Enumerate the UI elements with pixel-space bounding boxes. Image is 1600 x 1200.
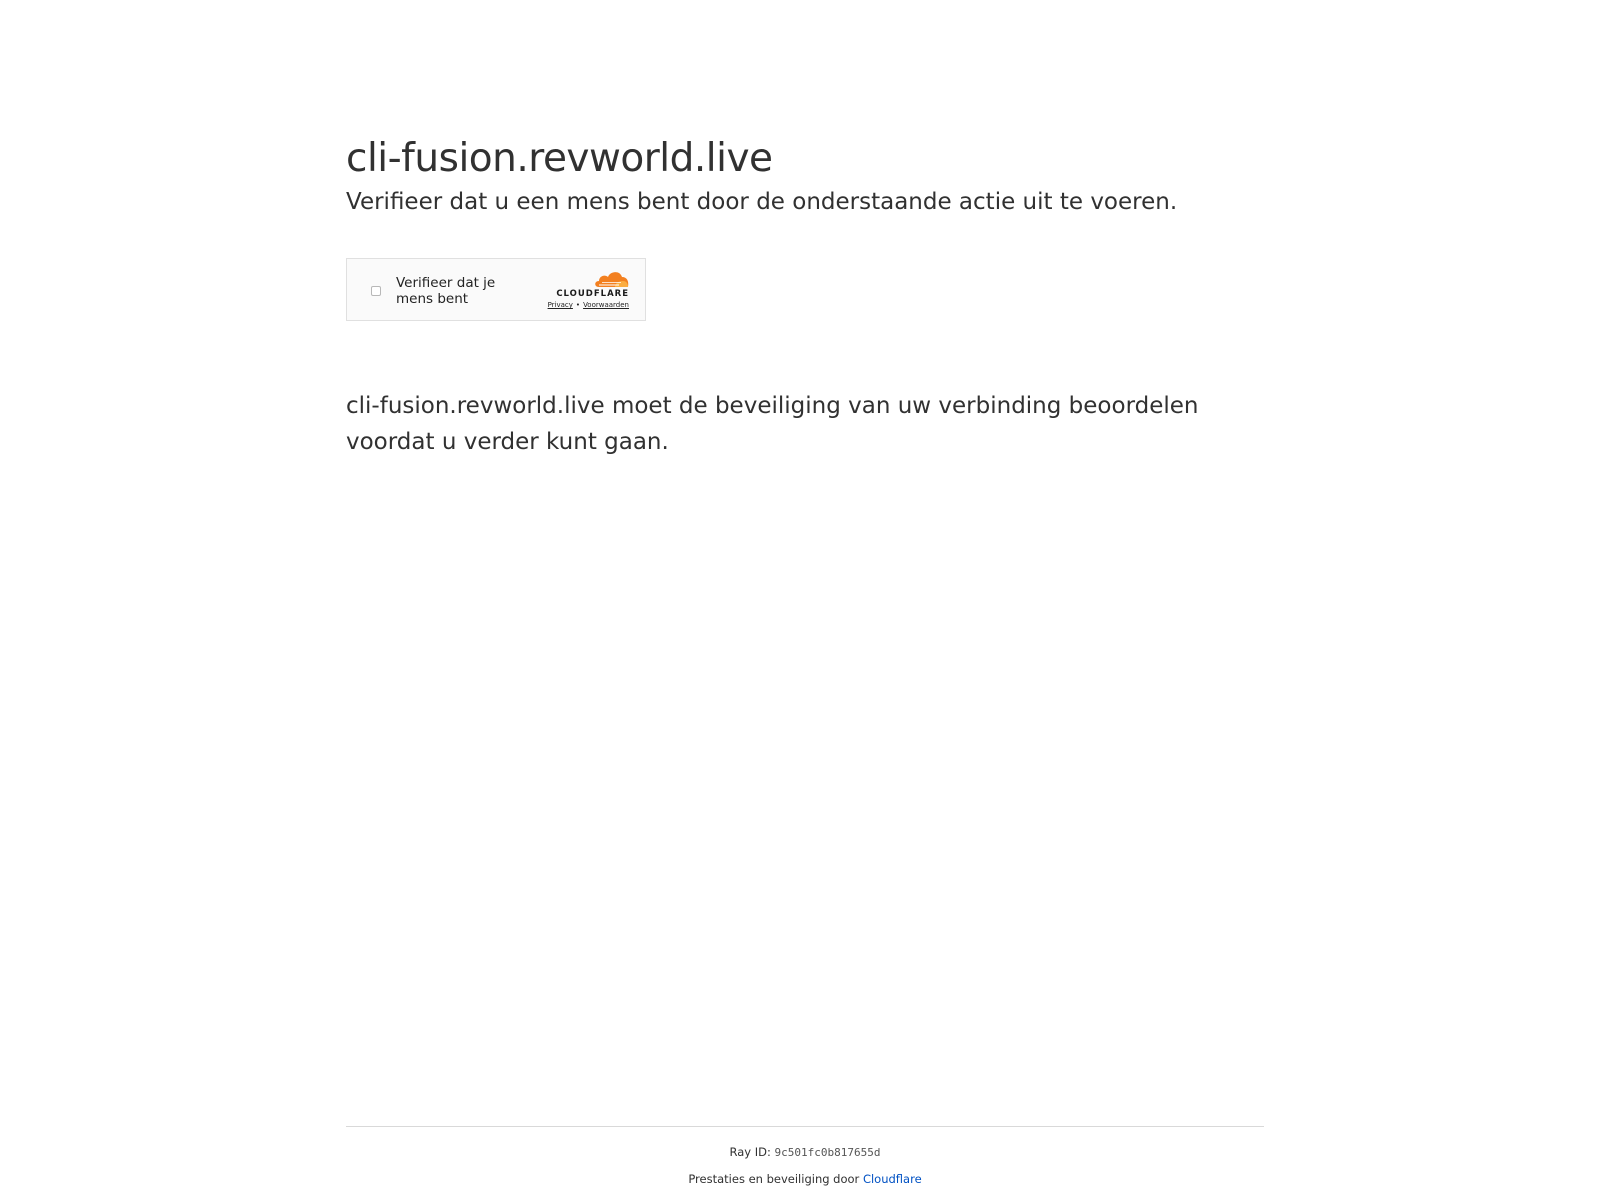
page-title: cli-fusion.revworld.live (346, 136, 773, 181)
ray-id: Ray ID: 9c501fc0b817655d (346, 1144, 1264, 1161)
ray-id-label: Ray ID: (729, 1145, 771, 1159)
human-verification-checkbox[interactable] (371, 286, 381, 296)
cloudflare-link[interactable]: Cloudflare (863, 1172, 922, 1186)
cloudflare-cloud-icon (595, 272, 629, 287)
privacy-link[interactable]: Privacy (548, 301, 573, 309)
security-message: cli-fusion.revworld.live moet de beveili… (346, 393, 1199, 455)
checkbox-label[interactable]: Verifieer dat je mens bent (396, 275, 536, 307)
widget-links: Privacy • Voorwaarden (548, 301, 629, 310)
terms-link[interactable]: Voorwaarden (583, 301, 629, 309)
page-subtitle: Verifieer dat u een mens bent door de on… (346, 189, 1178, 215)
cloudflare-wordmark: CLOUDFLARE (556, 289, 629, 299)
ray-id-value: 9c501fc0b817655d (774, 1146, 881, 1159)
performance-text: Prestaties en beveiliging door (688, 1172, 860, 1186)
main-content: cli-fusion.revworld.live Verifieer dat u… (346, 128, 1264, 455)
cloudflare-logo: CLOUDFLARE (549, 269, 629, 299)
performance-credit: Prestaties en beveiliging door Cloudflar… (346, 1171, 1264, 1187)
turnstile-widget[interactable]: Verifieer dat je mens bent CLOUDFLARE Pr… (346, 258, 646, 321)
footer: Ray ID: 9c501fc0b817655d Prestaties en b… (346, 1126, 1264, 1187)
link-separator: • (575, 301, 581, 309)
